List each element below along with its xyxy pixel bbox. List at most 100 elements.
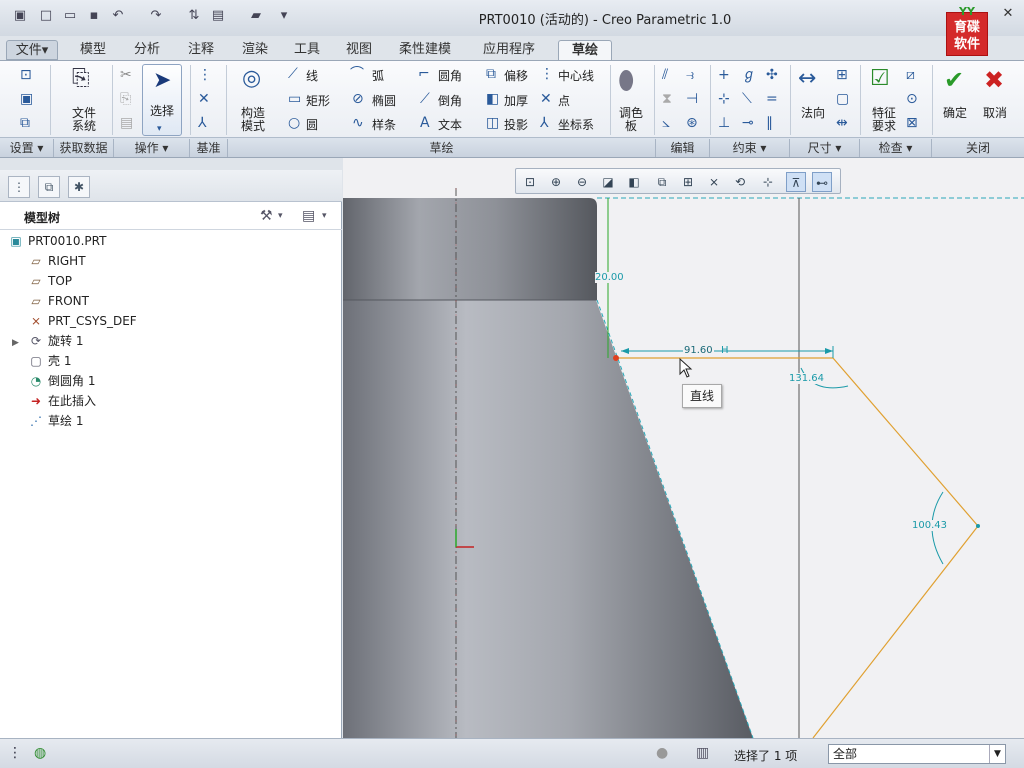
group-inspect[interactable]: 检查 ▾ [860,139,932,157]
tree-item-revolve[interactable]: ⟳ 旋转 1 [28,332,83,350]
datum-centerline-icon[interactable]: ⋮ [198,67,212,83]
reference-dim-icon[interactable]: ▢ [836,91,849,107]
corner-icon[interactable]: ⦣ [662,115,670,131]
folder-icon[interactable]: ▰ [248,8,264,24]
coordsys-button[interactable]: 坐标系 [558,116,594,133]
tree-item-right[interactable]: ▱ RIGHT [28,252,85,270]
dim-horizontal-value[interactable]: 91.60 [683,345,714,356]
tree-item-top[interactable]: ▱ TOP [28,272,72,290]
tree-item-shell[interactable]: ▢ 壳 1 [28,352,71,370]
tree-columns-dropdown-icon[interactable]: ▾ [322,208,327,224]
undo-icon[interactable]: ↶ [110,8,126,24]
datum-display-icon[interactable]: ⨯ [704,172,724,192]
paste-icon[interactable]: ▤ [120,115,133,131]
model-tree-tab-icon[interactable]: ⋮ [8,176,30,198]
horizontal-constraint-icon[interactable]: ⊹ [718,91,730,107]
repaint-icon[interactable]: ◪ [598,172,618,192]
spline-button[interactable]: 样条 [372,116,396,133]
project-button[interactable]: 投影 [504,116,528,133]
circle-icon[interactable]: ○ [288,115,300,131]
text-icon[interactable]: A [420,115,430,131]
group-dimension[interactable]: 尺寸 ▾ [790,139,860,157]
reference-icon[interactable]: ▣ [20,91,33,107]
construction-mode-icon[interactable]: ◎ [242,67,261,91]
close-window-button[interactable]: ✕ [1000,6,1016,22]
datum-point-icon[interactable]: ✕ [198,91,210,107]
rectangle-icon[interactable]: ▭ [288,91,301,107]
regenerate-icon[interactable]: ⇅ [186,8,202,24]
dim-angle-2-value[interactable]: 100.43 [912,520,947,531]
show-browser-icon[interactable]: ◍ [34,745,46,761]
overlap-geometry-icon[interactable]: ⧄ [906,67,915,83]
tree-item-csys[interactable]: ⨯ PRT_CSYS_DEF [28,312,137,330]
arc-icon[interactable]: ⌒ [350,66,364,82]
tree-settings-dropdown-icon[interactable]: ▾ [278,208,283,224]
expand-revolve-icon[interactable]: ▶ [12,338,19,348]
save-icon[interactable]: ▪ [86,8,102,24]
new-file-icon[interactable]: □ [38,8,54,24]
sketch-canvas[interactable] [343,158,1024,738]
fillet-icon[interactable]: ⌐ [418,66,430,82]
redo-icon[interactable]: ↷ [148,8,164,24]
line-icon[interactable]: ⟋ [288,66,298,82]
tab-analysis[interactable]: 分析 [126,40,168,60]
customize-chevron-icon[interactable]: ▾ [276,8,292,24]
normal-dimension-icon[interactable]: ↔ [798,67,816,91]
perimeter-icon[interactable]: ⊞ [836,67,848,83]
normal-dimension-button[interactable]: 法向 [794,107,832,120]
zoom-in-icon[interactable]: ⊕ [546,172,566,192]
show-navigator-icon[interactable]: ⋮ [8,745,22,761]
delete-segment-icon[interactable]: ⥽ [686,67,694,83]
windows-icon[interactable]: ▤ [210,8,226,24]
thicken-icon[interactable]: ◧ [486,91,499,107]
fillet-button[interactable]: 圆角 [438,67,462,84]
chamfer-button[interactable]: 倒角 [438,92,462,109]
group-operations[interactable]: 操作 ▾ [114,139,190,157]
selection-filter[interactable]: 全部 ▼ [828,744,1006,764]
ok-button[interactable]: 确定 [936,107,974,120]
tab-tools[interactable]: 工具 [286,40,328,60]
select-button[interactable]: ➤ 选择 ▾ [142,64,182,136]
open-file-icon[interactable]: ▭ [62,8,78,24]
perpendicular-constraint-icon[interactable]: ⊥ [718,115,730,131]
spline-icon[interactable]: ∿ [352,115,364,131]
tab-flexible-modeling[interactable]: 柔性建模 [392,40,458,60]
centerline-icon[interactable]: ⋮ [540,66,554,82]
line-button[interactable]: 线 [306,67,318,84]
graphics-window[interactable]: 20.00 91.60 H 131.64 100.43 ⊡ ⊕ ⊖ ◪ ◧ ⧉ … [343,158,1024,738]
datum-csys-icon[interactable]: ⅄ [198,115,207,131]
point-icon[interactable]: ✕ [540,91,552,107]
tree-item-insert-here[interactable]: ➜ 在此插入 [28,392,96,410]
ellipse-button[interactable]: 椭圆 [372,92,396,109]
project-icon[interactable]: ◫ [486,115,499,131]
construction-mode-button[interactable]: 构造 模式 [232,107,274,133]
mirror-icon[interactable]: ⧗ [662,91,672,107]
dim-angle-1-value[interactable]: 131.64 [789,373,824,384]
feature-requirements-button[interactable]: 特征 要求 [862,107,906,133]
tab-file[interactable]: 文件▾ [6,40,58,60]
copy-icon[interactable]: ⎘ [120,91,131,107]
point-button[interactable]: 点 [558,92,570,109]
file-system-icon[interactable]: ⎘ [72,67,90,91]
text-button[interactable]: 文本 [438,116,462,133]
baseline-icon[interactable]: ⇹ [836,115,848,131]
group-constrain[interactable]: 约束 ▾ [710,139,790,157]
zoom-out-icon[interactable]: ⊖ [572,172,592,192]
palette-icon[interactable]: ⬮ [618,67,634,95]
tree-item-round[interactable]: ◔ 倒圆角 1 [28,372,96,390]
centerline-button[interactable]: 中心线 [558,67,594,84]
tab-applications[interactable]: 应用程序 [474,40,544,60]
equal-constraint-icon[interactable]: = [766,91,778,107]
saved-views-icon[interactable]: ⧉ [652,172,672,192]
cancel-button[interactable]: 取消 [976,107,1014,120]
tab-sketch[interactable]: 草绘 [558,40,612,60]
favorites-tab-icon[interactable]: ✱ [68,176,90,198]
tree-item-part[interactable]: ▣ PRT0010.PRT [8,232,106,250]
arc-button[interactable]: 弧 [372,67,384,84]
constraint-display-icon[interactable]: ⊷ [812,172,832,192]
feature-requirements-icon[interactable]: ☑ [870,67,890,91]
tangent-constraint-icon[interactable]: ℊ [742,67,756,83]
annotation-display-icon[interactable]: ⟲ [730,172,750,192]
tree-columns-icon[interactable]: ▤ [302,208,315,224]
tab-view[interactable]: 视图 [338,40,380,60]
